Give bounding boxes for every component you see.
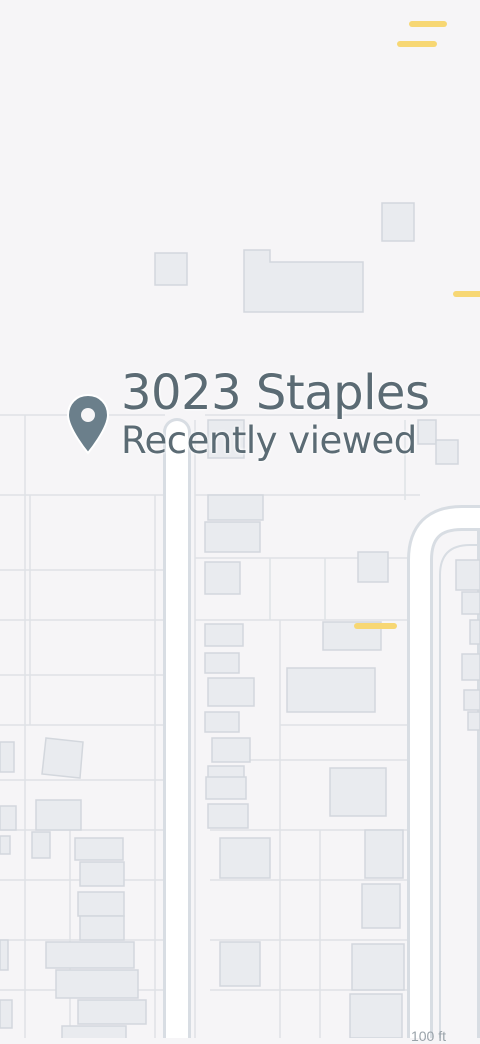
building bbox=[0, 999, 13, 1029]
building bbox=[79, 861, 125, 887]
building bbox=[0, 939, 9, 971]
building bbox=[286, 667, 376, 713]
road-vertical bbox=[166, 421, 188, 1038]
building bbox=[463, 689, 480, 711]
building bbox=[35, 799, 82, 831]
building bbox=[205, 776, 247, 800]
building bbox=[207, 677, 255, 707]
map-scale-label: 100 ft bbox=[410, 1028, 446, 1044]
building bbox=[357, 551, 389, 583]
building bbox=[204, 521, 261, 553]
building bbox=[207, 803, 249, 829]
building bbox=[207, 494, 264, 521]
place-status: Recently viewed bbox=[121, 419, 417, 462]
building bbox=[79, 915, 125, 941]
building bbox=[461, 591, 480, 615]
building bbox=[0, 835, 11, 855]
building bbox=[361, 883, 401, 929]
building bbox=[469, 619, 480, 645]
building bbox=[455, 559, 480, 591]
building bbox=[55, 969, 139, 999]
building bbox=[219, 941, 261, 987]
place-name: 3023 Staples bbox=[121, 365, 430, 421]
building bbox=[204, 652, 240, 674]
building bbox=[219, 837, 271, 879]
building bbox=[329, 767, 387, 817]
building bbox=[349, 993, 403, 1038]
building bbox=[0, 741, 15, 773]
building bbox=[77, 891, 125, 917]
building bbox=[31, 831, 51, 859]
building bbox=[467, 711, 480, 731]
building bbox=[74, 837, 124, 861]
building bbox=[381, 202, 415, 242]
building bbox=[204, 711, 240, 733]
building bbox=[0, 805, 17, 831]
building bbox=[61, 1025, 127, 1038]
building bbox=[77, 999, 147, 1025]
building bbox=[41, 737, 84, 779]
building bbox=[364, 829, 404, 879]
building bbox=[204, 623, 244, 647]
building bbox=[204, 561, 241, 595]
building bbox=[435, 439, 459, 465]
place-label[interactable]: 3023 Staples Recently viewed bbox=[121, 362, 430, 464]
map-pin-icon[interactable] bbox=[64, 393, 112, 457]
building bbox=[211, 737, 251, 763]
building bbox=[461, 653, 480, 681]
map-canvas[interactable] bbox=[0, 0, 480, 1038]
building bbox=[351, 943, 405, 991]
building bbox=[45, 941, 135, 969]
building bbox=[154, 252, 188, 286]
